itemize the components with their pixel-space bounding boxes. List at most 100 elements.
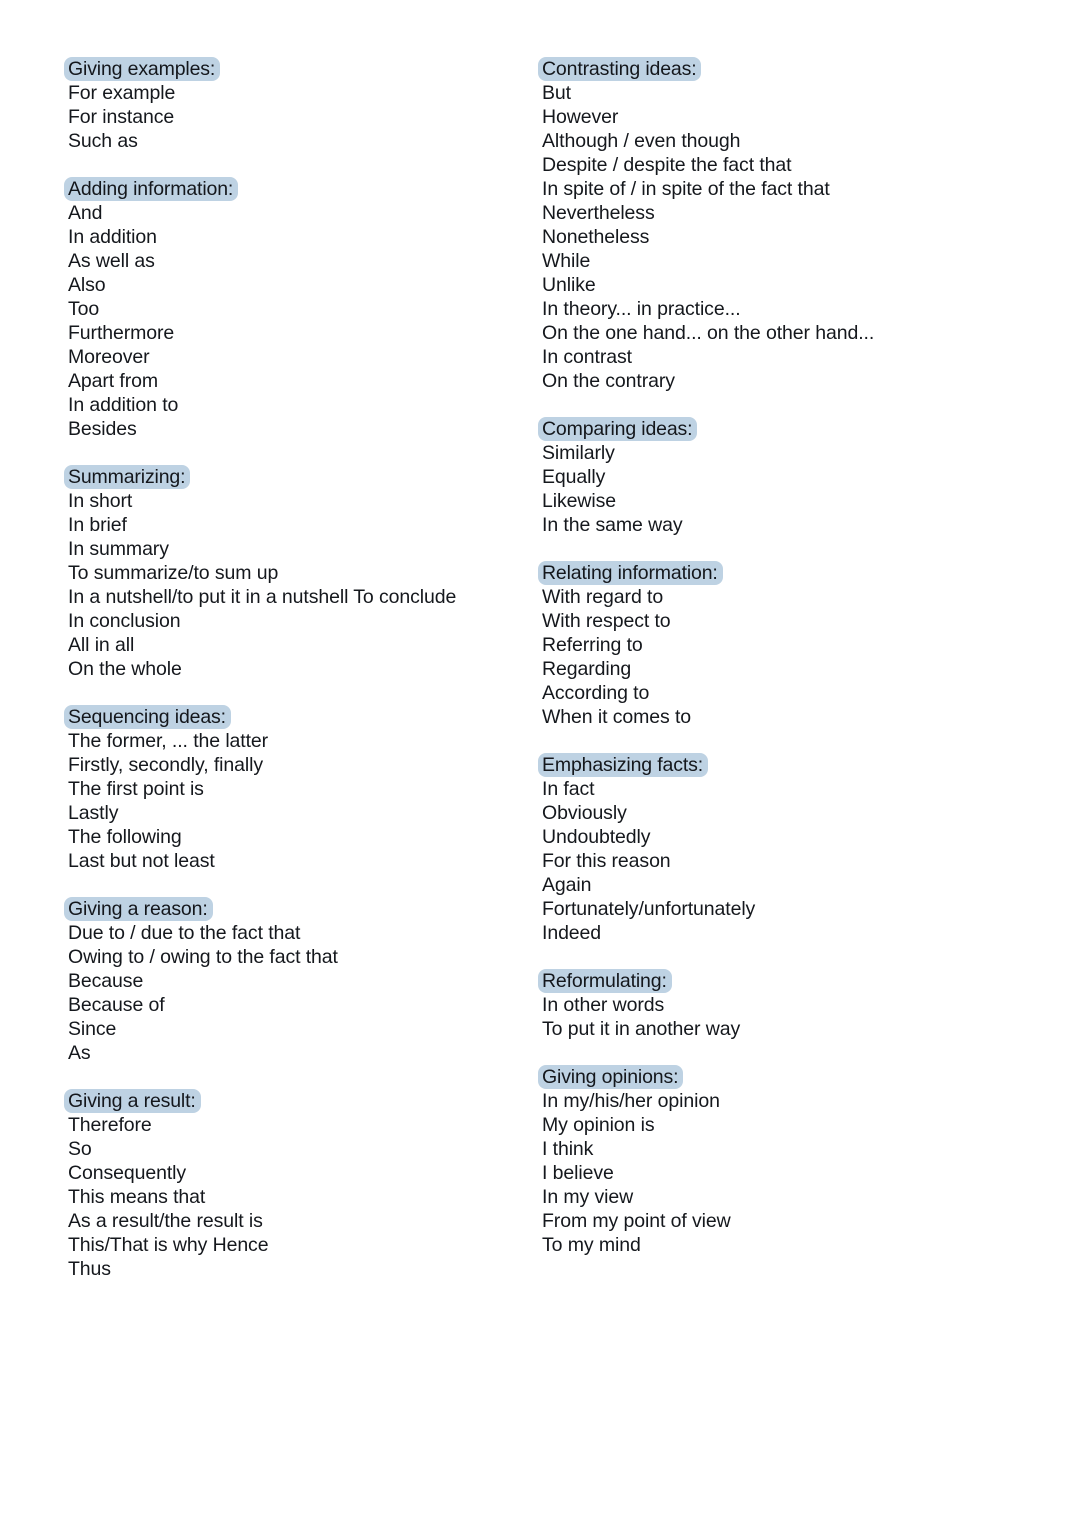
list-item: In short xyxy=(68,490,133,512)
section-heading: Giving examples: xyxy=(64,57,221,81)
list-item: Therefore xyxy=(68,1114,152,1136)
list-item: For example xyxy=(68,82,176,104)
section-heading: Relating information: xyxy=(538,561,723,585)
list-item: In conclusion xyxy=(68,610,181,632)
list-item: With regard to xyxy=(542,586,664,608)
list-item: Thus xyxy=(68,1258,111,1280)
list-item: In addition to xyxy=(68,394,179,416)
list-item: In the same way xyxy=(542,514,683,536)
list-item: Undoubtedly xyxy=(542,826,651,848)
list-item: Nevertheless xyxy=(542,202,655,224)
list-item: This/That is why Hence xyxy=(68,1234,269,1256)
list-item: In my view xyxy=(542,1186,634,1208)
list-item: In a nutshell/to put it in a nutshell To… xyxy=(68,586,457,608)
list-item: Despite / despite the fact that xyxy=(542,154,792,176)
section-comparing-ideas: Comparing ideas: Similarly Equally Likewise… xyxy=(538,417,1020,537)
list-item: And xyxy=(68,202,103,224)
list-item: As well as xyxy=(68,250,155,272)
section-sequencing-ideas: Sequencing ideas: The former, ... the lat… xyxy=(64,705,520,873)
section-heading-row: Comparing ideas: xyxy=(538,417,1020,441)
list-item: As xyxy=(68,1042,91,1064)
section-heading: Adding information: xyxy=(64,177,239,201)
list-item: For instance xyxy=(68,106,175,128)
list-item: But xyxy=(542,82,571,104)
list-item: Last but not least xyxy=(68,850,215,872)
left-column: Giving examples: For example For instance S… xyxy=(0,57,520,1281)
list-item: In contrast xyxy=(542,346,632,368)
list-item: In spite of / in spite of the fact that xyxy=(542,178,830,200)
section-heading-row: Summarizing: xyxy=(64,465,520,489)
section-item-list: Due to / due to the fact that Owing to / … xyxy=(68,921,520,1065)
section-heading-row: Reformulating: xyxy=(538,969,1020,993)
list-item: The first point is xyxy=(68,778,204,800)
list-item: Because of xyxy=(68,994,165,1016)
list-item: From my point of view xyxy=(542,1210,731,1232)
list-item: Consequently xyxy=(68,1162,187,1184)
section-heading: Giving a result: xyxy=(64,1089,201,1113)
list-item: Firstly, secondly, finally xyxy=(68,754,263,776)
list-item: Such as xyxy=(68,130,138,152)
section-heading-row: Sequencing ideas: xyxy=(64,705,520,729)
list-item: In my/his/her opinion xyxy=(542,1090,720,1112)
list-item: Furthermore xyxy=(68,322,175,344)
section-heading: Comparing ideas: xyxy=(538,417,698,441)
document-page: Giving examples: For example For instance S… xyxy=(0,0,1080,1527)
section-heading-row: Contrasting ideas: xyxy=(538,57,1020,81)
list-item: The following xyxy=(68,826,182,848)
section-giving-a-result: Giving a result: Therefore So Consequently T… xyxy=(64,1089,520,1281)
list-item: While xyxy=(542,250,591,272)
section-reformulating: Reformulating: In other words To put it in… xyxy=(538,969,1020,1041)
section-heading: Contrasting ideas: xyxy=(538,57,702,81)
list-item: I think xyxy=(542,1138,594,1160)
list-item: All in all xyxy=(68,634,135,656)
section-summarizing: Summarizing: In short In brief In summary To… xyxy=(64,465,520,681)
section-relating-information: Relating information: With regard to With … xyxy=(538,561,1020,729)
list-item: Again xyxy=(542,874,592,896)
section-giving-a-reason: Giving a reason: Due to / due to the fact… xyxy=(64,897,520,1065)
list-item: Apart from xyxy=(68,370,159,392)
list-item: When it comes to xyxy=(542,706,692,728)
list-item: Too xyxy=(68,298,100,320)
section-giving-examples: Giving examples: For example For instance S… xyxy=(64,57,520,153)
section-heading: Giving opinions: xyxy=(538,1065,684,1089)
list-item: Similarly xyxy=(542,442,615,464)
list-item: Referring to xyxy=(542,634,643,656)
section-item-list: Similarly Equally Likewise In the same way xyxy=(542,441,1020,537)
list-item: According to xyxy=(542,682,650,704)
section-heading-row: Relating information: xyxy=(538,561,1020,585)
list-item: This means that xyxy=(68,1186,206,1208)
section-heading: Summarizing: xyxy=(64,465,191,489)
two-column-layout: Giving examples: For example For instance S… xyxy=(0,57,1080,1281)
section-adding-information: Adding information: And In addition As well… xyxy=(64,177,520,441)
section-item-list: For example For instance Such as xyxy=(68,81,520,153)
section-giving-opinions: Giving opinions: In my/his/her opinion My … xyxy=(538,1065,1020,1257)
list-item: On the whole xyxy=(68,658,182,680)
list-item: However xyxy=(542,106,619,128)
section-item-list: In short In brief In summary To summarize/t… xyxy=(68,489,520,681)
list-item: Lastly xyxy=(68,802,119,824)
list-item: To summarize/to sum up xyxy=(68,562,279,584)
right-column: Contrasting ideas: But However Although / e… xyxy=(520,57,1020,1257)
list-item: Obviously xyxy=(542,802,627,824)
section-heading: Reformulating: xyxy=(538,969,672,993)
list-item: On the contrary xyxy=(542,370,675,392)
section-item-list: In fact Obviously Undoubtedly For this reas… xyxy=(542,777,1020,945)
list-item: Moreover xyxy=(68,346,150,368)
section-heading-row: Giving a result: xyxy=(64,1089,520,1113)
list-item: Because xyxy=(68,970,144,992)
list-item: In theory... in practice... xyxy=(542,298,741,320)
list-item: In other words xyxy=(542,994,665,1016)
list-item: I believe xyxy=(542,1162,614,1184)
list-item: For this reason xyxy=(542,850,671,872)
list-item: Likewise xyxy=(542,490,616,512)
section-heading: Giving a reason: xyxy=(64,897,213,921)
list-item: To my mind xyxy=(542,1234,641,1256)
section-heading-row: Giving opinions: xyxy=(538,1065,1020,1089)
section-item-list: In my/his/her opinion My opinion is I thin… xyxy=(542,1089,1020,1257)
list-item: Regarding xyxy=(542,658,632,680)
section-heading-row: Emphasizing facts: xyxy=(538,753,1020,777)
list-item: Equally xyxy=(542,466,606,488)
section-item-list: But However Although / even though Despite … xyxy=(542,81,1020,393)
list-item: Fortunately/unfortunately xyxy=(542,898,756,920)
list-item: In addition xyxy=(68,226,157,248)
